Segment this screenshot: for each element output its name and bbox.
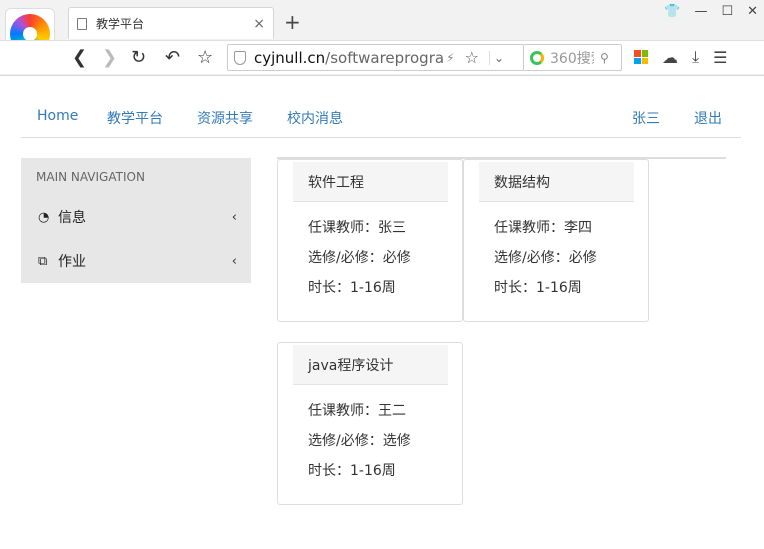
nav-user-link[interactable]: 张三 [632, 108, 660, 128]
security-shield-icon [234, 50, 246, 65]
chevron-left-icon: ‹ [231, 209, 237, 225]
maximize-button[interactable]: ☐ [721, 4, 733, 19]
toolbar-icons: ☁ ⤓ ☰ [634, 47, 727, 67]
url-path: /softwareprogram [325, 48, 444, 67]
sidebar-item-label: 信息 [58, 210, 86, 226]
course-teacher: 任课教师：王二 [308, 403, 406, 419]
minimize-button[interactable]: — [694, 4, 707, 19]
course-title: java程序设计 [293, 345, 448, 385]
course-card[interactable]: java程序设计 任课教师：王二 选修/必修：选修 时长：1-16周 [277, 342, 463, 505]
dashboard-icon: ◔ [38, 209, 50, 225]
course-card[interactable]: 数据结构 任课教师：李四 选修/必修：必修 时长：1-16周 [463, 159, 649, 322]
close-window-button[interactable]: ✕ [747, 4, 758, 19]
url-host: cyjnull.cn [254, 48, 326, 67]
search-input[interactable]: 360搜索 [550, 48, 594, 68]
address-bar[interactable]: cyjnull.cn /softwareprogram ⚡ ☆ ⌄ [227, 44, 524, 71]
course-card[interactable]: 软件工程 任课教师：张三 选修/必修：必修 时长：1-16周 [277, 159, 463, 322]
nav-logout-link[interactable]: 退出 [694, 108, 722, 128]
search-engine-icon [530, 50, 544, 65]
bookmark-star-icon[interactable]: ☆ [197, 47, 213, 68]
reload-icon[interactable]: ↻ [131, 47, 146, 68]
course-title: 软件工程 [293, 162, 448, 202]
course-title: 数据结构 [479, 162, 634, 202]
course-duration: 时长：1-16周 [308, 280, 396, 296]
sidebar-header: MAIN NAVIGATION [36, 170, 145, 184]
nav-home-link[interactable]: Home [37, 108, 78, 124]
nav-messages-link[interactable]: 校内消息 [287, 108, 343, 128]
search-box[interactable]: 360搜索 ⚲ [524, 44, 622, 71]
tab-close-icon[interactable]: × [253, 16, 265, 32]
course-teacher: 任课教师：李四 [494, 220, 592, 236]
page-icon [77, 17, 87, 30]
course-duration: 时长：1-16周 [494, 280, 582, 296]
course-teacher: 任课教师：张三 [308, 220, 406, 236]
window-controls: 👕 — ☐ ✕ [664, 4, 758, 19]
search-icon[interactable]: ⚲ [600, 51, 609, 65]
navigation-bar: ❮ ❯ ↻ ↶ ☆ cyjnull.cn /softwareprogram ⚡ … [0, 40, 764, 74]
course-duration: 时长：1-16周 [308, 463, 396, 479]
chevron-left-icon: ‹ [231, 253, 237, 269]
chevron-down-icon[interactable]: ⌄ [488, 50, 504, 65]
nav-resources-link[interactable]: 资源共享 [197, 108, 253, 128]
download-icon[interactable]: ⤓ [692, 47, 699, 67]
menu-icon[interactable]: ☰ [713, 48, 727, 67]
forward-icon[interactable]: ❯ [102, 47, 117, 68]
tab-title: 教学平台 [96, 17, 145, 31]
sidebar-item-label: 作业 [58, 254, 86, 270]
undo-icon[interactable]: ↶ [165, 47, 180, 68]
skin-icon[interactable]: 👕 [664, 4, 680, 19]
new-tab-button[interactable]: + [284, 10, 301, 34]
course-type: 选修/必修：必修 [308, 250, 411, 266]
course-type: 选修/必修：选修 [308, 433, 411, 449]
sidebar-item-homework[interactable]: ⧉ 作业 ‹ [21, 239, 251, 283]
top-navigation: Home 教学平台 资源共享 校内消息 张三 退出 [21, 99, 741, 138]
bolt-icon[interactable]: ⚡ [446, 51, 454, 65]
favorite-star-icon[interactable]: ☆ [465, 48, 479, 67]
cloud-icon[interactable]: ☁ [662, 48, 678, 67]
back-icon[interactable]: ❮ [72, 47, 87, 68]
course-type: 选修/必修：必修 [494, 250, 597, 266]
nav-platform-link[interactable]: 教学平台 [107, 108, 163, 128]
browser-chrome: 教学平台 × + 👕 — ☐ ✕ ❮ ❯ ↻ ↶ ☆ cyjnull.cn /s… [0, 0, 764, 76]
sidebar-item-info[interactable]: ◔ 信息 ‹ [21, 195, 251, 239]
copy-icon: ⧉ [38, 253, 48, 269]
browser-tab[interactable]: 教学平台 × [68, 7, 274, 39]
sidebar: MAIN NAVIGATION ◔ 信息 ‹ ⧉ 作业 ‹ [21, 158, 251, 283]
apps-grid-icon[interactable] [634, 50, 648, 64]
